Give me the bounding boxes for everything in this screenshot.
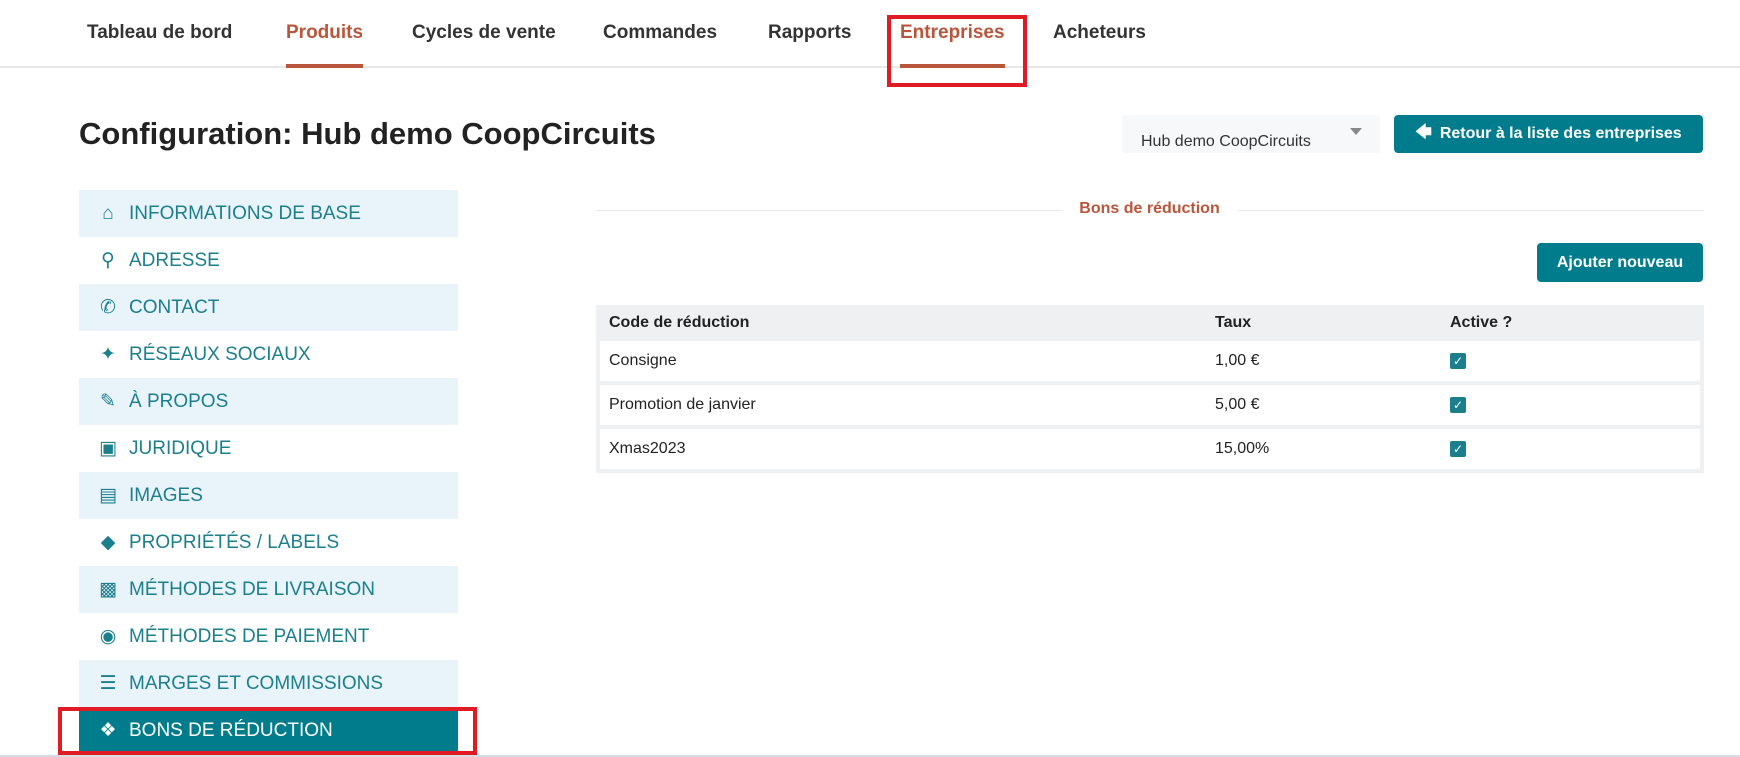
sidebar-item-images[interactable]: ▤ IMAGES bbox=[79, 472, 458, 519]
vouchers-table: Code de réduction Taux Active ? Consigne… bbox=[596, 305, 1704, 473]
server-icon: ☰ bbox=[99, 673, 117, 694]
sidebar-item-contact[interactable]: ✆ CONTACT bbox=[79, 284, 458, 331]
sidebar-item-adresse[interactable]: ⚲ ADRESSE bbox=[79, 237, 458, 284]
enterprise-select[interactable]: Hub demo CoopCircuits bbox=[1122, 115, 1380, 153]
sidebar-item-label: MARGES ET COMMISSIONS bbox=[129, 672, 384, 694]
column-header-active: Active ? bbox=[1441, 305, 1700, 341]
sidebar-item-label: À PROPOS bbox=[129, 390, 229, 412]
sidebar-item-label: MÉTHODES DE LIVRAISON bbox=[129, 578, 375, 600]
truck-icon: ▩ bbox=[99, 579, 117, 600]
pencil-icon: ✎ bbox=[100, 391, 116, 412]
tab-tableau-de-bord[interactable]: Tableau de bord bbox=[87, 22, 232, 68]
sidebar-item-label: MÉTHODES DE PAIEMENT bbox=[129, 625, 370, 647]
sidebar-item-juridique[interactable]: ▣ JURIDIQUE bbox=[79, 425, 458, 472]
sidebar-item-bons-de-reduction[interactable]: ❖ BONS DE RÉDUCTION bbox=[79, 707, 458, 754]
sidebar-item-reseaux-sociaux[interactable]: ✦ RÉSEAUX SOCIAUX bbox=[79, 331, 458, 378]
back-to-list-label: Retour à la liste des entreprises bbox=[1439, 125, 1682, 142]
sidebar-item-label: RÉSEAUX SOCIAUX bbox=[129, 343, 311, 365]
sidebar-item-methodes-de-livraison[interactable]: ▩ MÉTHODES DE LIVRAISON bbox=[79, 566, 458, 613]
voucher-active-cell: ✓ bbox=[1441, 341, 1700, 385]
tab-cycles-de-vente[interactable]: Cycles de vente bbox=[412, 22, 556, 68]
table-row[interactable]: Promotion de janvier 5,00 € ✓ bbox=[600, 385, 1700, 429]
add-new-button[interactable]: Ajouter nouveau bbox=[1537, 243, 1703, 282]
column-header-rate: Taux bbox=[1206, 305, 1441, 341]
sidebar-item-label: CONTACT bbox=[129, 296, 220, 318]
table-header-row: Code de réduction Taux Active ? bbox=[600, 305, 1700, 341]
active-checkbox[interactable]: ✓ bbox=[1450, 396, 1466, 413]
page-title: Configuration: Hub demo CoopCircuits bbox=[79, 116, 656, 151]
sidebar-item-label: ADRESSE bbox=[129, 249, 220, 271]
sidebar-item-label: PROPRIÉTÉS / LABELS bbox=[129, 531, 340, 553]
section-title: Bons de réduction bbox=[1061, 200, 1238, 218]
map-marker-icon: ⚲ bbox=[101, 250, 115, 271]
voucher-code: Promotion de janvier bbox=[600, 385, 1206, 429]
sidebar-item-label: INFORMATIONS DE BASE bbox=[129, 202, 361, 224]
voucher-code: Consigne bbox=[600, 341, 1206, 385]
voucher-rate: 15,00% bbox=[1206, 429, 1441, 473]
voucher-code: Xmas2023 bbox=[600, 429, 1206, 473]
tab-acheteurs[interactable]: Acheteurs bbox=[1053, 22, 1146, 68]
sidebar-item-label: JURIDIQUE bbox=[129, 437, 232, 459]
table-row[interactable]: Consigne 1,00 € ✓ bbox=[600, 341, 1700, 385]
home-icon: ⌂ bbox=[102, 202, 114, 224]
active-checkbox[interactable]: ✓ bbox=[1450, 352, 1466, 369]
briefcase-icon: ▣ bbox=[99, 438, 117, 459]
sidebar-item-marges-et-commissions[interactable]: ☰ MARGES ET COMMISSIONS bbox=[79, 660, 458, 707]
enterprise-select-value: Hub demo CoopCircuits bbox=[1141, 133, 1311, 150]
tags-icon: ◆ bbox=[100, 532, 116, 553]
tab-produits[interactable]: Produits bbox=[286, 22, 364, 68]
column-header-code: Code de réduction bbox=[600, 305, 1206, 341]
active-checkbox[interactable]: ✓ bbox=[1450, 440, 1466, 457]
money-icon: ◉ bbox=[99, 626, 117, 647]
tab-rapports[interactable]: Rapports bbox=[768, 22, 851, 68]
voucher-active-cell: ✓ bbox=[1441, 429, 1700, 473]
tab-entreprises[interactable]: Entreprises bbox=[900, 22, 1005, 68]
sidebar-item-label: BONS DE RÉDUCTION bbox=[129, 719, 333, 741]
voucher-active-cell: ✓ bbox=[1441, 385, 1700, 429]
image-icon: ▤ bbox=[99, 485, 117, 506]
caret-down-icon bbox=[1350, 128, 1362, 135]
back-to-list-button[interactable]: 🡄 Retour à la liste des entreprises bbox=[1394, 115, 1703, 153]
voucher-rate: 5,00 € bbox=[1206, 385, 1441, 429]
tab-commandes[interactable]: Commandes bbox=[603, 22, 717, 68]
table-row[interactable]: Xmas2023 15,00% ✓ bbox=[600, 429, 1700, 473]
sidebar-item-methodes-de-paiement[interactable]: ◉ MÉTHODES DE PAIEMENT bbox=[79, 613, 458, 660]
top-navigation: Tableau de bord Produits Cycles de vente… bbox=[0, 0, 1740, 68]
ticket-icon: ❖ bbox=[99, 720, 117, 741]
phone-icon: ✆ bbox=[100, 297, 116, 318]
arrow-left-icon: 🡄 bbox=[1415, 123, 1432, 141]
sidebar-item-proprietes-labels[interactable]: ◆ PROPRIÉTÉS / LABELS bbox=[79, 519, 458, 566]
sidebar-item-a-propos[interactable]: ✎ À PROPOS bbox=[79, 378, 458, 425]
sidebar-item-label: IMAGES bbox=[129, 484, 203, 506]
voucher-rate: 1,00 € bbox=[1206, 341, 1441, 385]
twitter-icon: ✦ bbox=[100, 344, 116, 365]
section-header: Bons de réduction bbox=[596, 198, 1703, 222]
sidebar: ⌂ INFORMATIONS DE BASE ⚲ ADRESSE ✆ CONTACT … bbox=[79, 190, 458, 754]
sidebar-item-informations-de-base[interactable]: ⌂ INFORMATIONS DE BASE bbox=[79, 190, 458, 237]
